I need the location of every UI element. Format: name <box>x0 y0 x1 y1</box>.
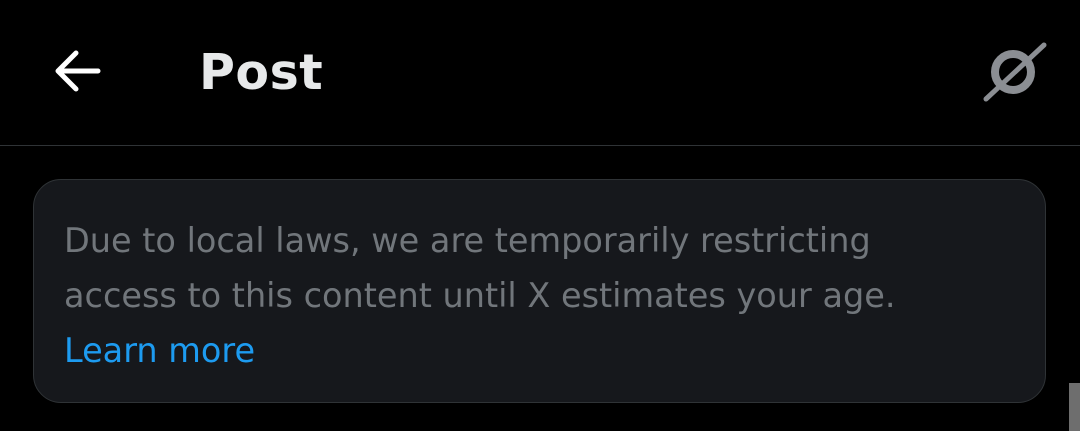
grok-icon <box>983 42 1047 102</box>
notice-line-1: Due to local laws, we are temporarily re… <box>64 221 871 260</box>
learn-more-link[interactable]: Learn more <box>64 323 255 378</box>
scrollbar-thumb[interactable] <box>1069 383 1080 431</box>
header-divider <box>0 145 1080 146</box>
age-restriction-notice: Due to local laws, we are temporarily re… <box>33 179 1046 403</box>
page-title: Post <box>199 44 324 101</box>
back-button[interactable] <box>44 38 110 104</box>
grok-button[interactable] <box>974 33 1054 109</box>
arrow-left-icon <box>55 50 101 92</box>
top-app-bar: Post <box>0 0 1080 145</box>
notice-line-2: access to this content until X estimates… <box>64 276 896 315</box>
notice-message: Due to local laws, we are temporarily re… <box>64 213 1024 378</box>
